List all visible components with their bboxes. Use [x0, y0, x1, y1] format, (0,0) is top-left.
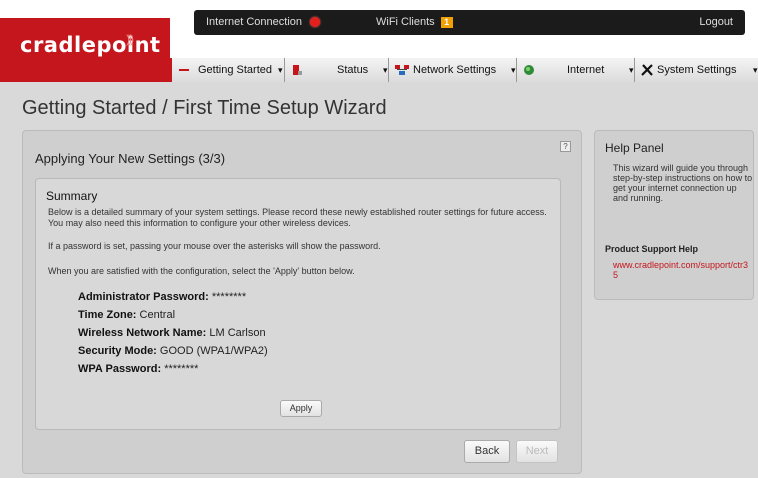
detail-value: Central [139, 309, 176, 321]
detail-wpa-password: WPA Password: ******** [78, 363, 198, 375]
apply-button[interactable]: Apply [280, 400, 322, 417]
nav-label: Status [337, 64, 369, 76]
wizard-panel: Applying Your New Settings (3/3) ? Summa… [22, 130, 582, 474]
chevron-down-icon: ▾ [383, 65, 388, 75]
detail-value[interactable]: ******** [164, 363, 198, 375]
internet-connection-label: Internet Connection [206, 16, 303, 28]
nav-getting-started[interactable]: Getting Started ▾ [172, 58, 284, 82]
detail-label: WPA Password: [78, 363, 162, 375]
logo: cradlepoint [20, 33, 161, 57]
detail-value: GOOD (WPA1/WPA2) [159, 345, 268, 357]
next-button[interactable]: Next [516, 440, 558, 463]
support-link[interactable]: www.cradlepoint.com/support/ctr35 [613, 260, 753, 280]
chevron-down-icon: ▾ [511, 65, 516, 75]
nav-internet[interactable]: Internet ▾ [516, 58, 634, 82]
chevron-down-icon: ▾ [629, 65, 634, 75]
nav-status[interactable]: Status ▾ [284, 58, 388, 82]
main-nav: Getting Started ▾ Status ▾ Network Setti… [170, 58, 758, 82]
wifi-clients-count: 1 [440, 16, 453, 28]
nav-system-settings[interactable]: System Settings ▾ [634, 58, 758, 82]
detail-admin-password: Administrator Password: ******** [78, 291, 246, 303]
nav-label: Getting Started [198, 64, 272, 76]
status-bar: Internet Connection WiFi Clients 1 Logout [194, 10, 745, 35]
apply-instructions: When you are satisfied with the configur… [48, 266, 355, 276]
internet-connection-status[interactable]: Internet Connection [206, 16, 321, 28]
support-title: Product Support Help [605, 244, 698, 254]
detail-label: Security Mode: [78, 345, 157, 357]
summary-box: Summary Below is a detailed summary of y… [35, 178, 561, 430]
globe-icon [524, 65, 534, 75]
detail-time-zone: Time Zone: Central [78, 309, 175, 321]
wifi-clients-label: WiFi Clients [376, 16, 435, 28]
detail-value: LM Carlson [209, 327, 266, 339]
network-icon [395, 65, 409, 75]
chevron-down-icon: ▾ [278, 65, 283, 75]
status-icon [293, 65, 302, 75]
password-hint: If a password is set, passing your mouse… [48, 241, 381, 251]
detail-value[interactable]: ******** [212, 291, 246, 303]
detail-label: Wireless Network Name: [78, 327, 207, 339]
help-icon[interactable]: ? [560, 141, 571, 152]
help-panel-title: Help Panel [605, 141, 664, 155]
detail-wireless-network-name: Wireless Network Name: LM Carlson [78, 327, 266, 339]
page-title: Getting Started / First Time Setup Wizar… [22, 97, 387, 119]
wizard-step-title: Applying Your New Settings (3/3) [35, 151, 226, 166]
chevron-down-icon: ▾ [753, 65, 758, 75]
back-button[interactable]: Back [464, 440, 510, 463]
wand-icon [179, 69, 189, 71]
logout-link[interactable]: Logout [699, 16, 733, 28]
detail-label: Time Zone: [78, 309, 137, 321]
summary-title: Summary [46, 189, 98, 203]
detail-security-mode: Security Mode: GOOD (WPA1/WPA2) [78, 345, 268, 357]
tools-icon [641, 64, 653, 76]
help-panel-text: This wizard will guide you through step-… [613, 163, 753, 203]
nav-label: Internet [567, 64, 605, 76]
detail-label: Administrator Password: [78, 291, 209, 303]
help-panel: Help Panel This wizard will guide you th… [594, 130, 754, 300]
logo-rings-icon: ))) [126, 32, 134, 46]
header: cradlepoint ))) Internet Connection WiFi… [0, 0, 758, 82]
connection-status-icon [310, 17, 321, 28]
nav-network-settings[interactable]: Network Settings ▾ [388, 58, 516, 82]
nav-label: Network Settings [413, 64, 497, 76]
nav-label: System Settings [657, 64, 737, 76]
wifi-clients-status[interactable]: WiFi Clients 1 [376, 16, 453, 28]
summary-intro: Below is a detailed summary of your syst… [48, 207, 547, 228]
